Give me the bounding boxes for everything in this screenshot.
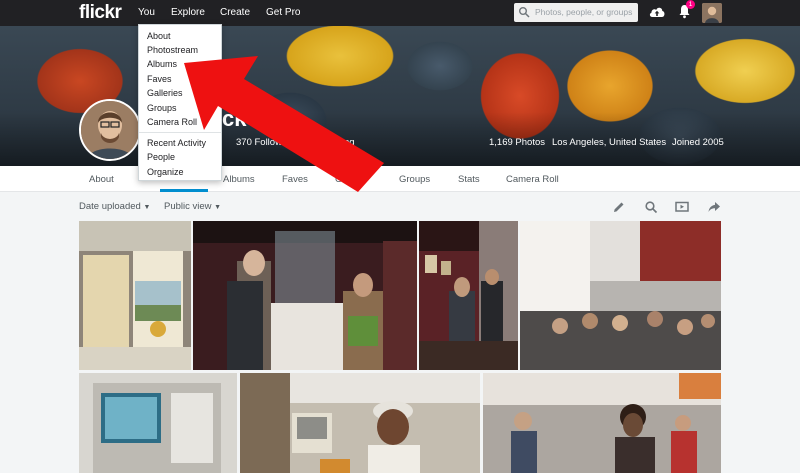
photo-thumbnail[interactable] bbox=[419, 221, 518, 370]
menu-item-photostream[interactable]: Photostream bbox=[147, 45, 198, 55]
tab-groups[interactable]: Groups bbox=[399, 174, 430, 185]
sort-label: Date uploaded bbox=[79, 201, 141, 212]
nav-create[interactable]: Create bbox=[220, 7, 250, 18]
top-nav-bar: flickr You Explore Create Get Pro Photos… bbox=[0, 0, 800, 26]
tab-stats[interactable]: Stats bbox=[458, 174, 480, 185]
magnifier-icon[interactable] bbox=[644, 200, 658, 214]
nav-get-pro[interactable]: Get Pro bbox=[266, 7, 300, 18]
menu-item-albums[interactable]: Albums bbox=[147, 59, 177, 69]
menu-item-groups[interactable]: Groups bbox=[147, 103, 177, 113]
tab-albums[interactable]: Albums bbox=[223, 174, 255, 185]
menu-item-galleries[interactable]: Galleries bbox=[147, 88, 183, 98]
joined-date: Joined 2005 bbox=[672, 137, 724, 148]
menu-item-recent-activity[interactable]: Recent Activity bbox=[147, 138, 206, 148]
tab-faves[interactable]: Faves bbox=[282, 174, 308, 185]
menu-divider bbox=[139, 132, 221, 133]
search-input[interactable]: Photos, people, or groups bbox=[514, 3, 638, 22]
search-placeholder: Photos, people, or groups bbox=[535, 7, 633, 17]
upload-icon[interactable] bbox=[648, 4, 666, 20]
nav-explore[interactable]: Explore bbox=[171, 7, 205, 18]
tab-galleries[interactable]: Ga bbox=[335, 174, 348, 185]
photo-thumbnail[interactable] bbox=[79, 221, 191, 370]
menu-item-camera-roll[interactable]: Camera Roll bbox=[147, 117, 197, 127]
tab-about[interactable]: About bbox=[89, 174, 114, 185]
profile-location: Los Angeles, United States bbox=[552, 137, 667, 148]
nav-you[interactable]: You bbox=[138, 7, 155, 18]
menu-item-organize[interactable]: Organize bbox=[147, 167, 184, 177]
notification-badge: 1 bbox=[686, 0, 695, 9]
pencil-icon[interactable] bbox=[612, 200, 626, 214]
slideshow-icon[interactable] bbox=[675, 200, 689, 214]
profile-name: ck bbox=[222, 106, 247, 131]
chevron-down-icon: ▼ bbox=[143, 204, 151, 211]
menu-item-people[interactable]: People bbox=[147, 152, 175, 162]
avatar[interactable] bbox=[702, 3, 722, 23]
chevron-down-icon: ▼ bbox=[214, 204, 222, 211]
search-icon bbox=[519, 7, 530, 18]
tab-camera-roll[interactable]: Camera Roll bbox=[506, 174, 559, 185]
photo-thumbnail[interactable] bbox=[483, 373, 721, 473]
view-dropdown[interactable]: Public view ▼ bbox=[164, 201, 221, 212]
followers-count[interactable]: 370 Followers bbox=[236, 137, 295, 148]
following-count[interactable]: ng bbox=[344, 137, 355, 148]
photos-count: 1,169 Photos bbox=[489, 137, 545, 148]
menu-item-faves[interactable]: Faves bbox=[147, 74, 172, 84]
photo-thumbnail[interactable] bbox=[79, 373, 237, 473]
menu-item-about[interactable]: About bbox=[147, 31, 171, 41]
photo-thumbnail[interactable] bbox=[520, 221, 721, 370]
photo-thumbnail[interactable] bbox=[193, 221, 417, 370]
you-dropdown-menu: About Photostream Albums Faves Galleries… bbox=[138, 24, 222, 181]
profile-tabs: About Albums Faves Ga Groups Stats Camer… bbox=[0, 166, 800, 192]
sort-dropdown[interactable]: Date uploaded ▼ bbox=[79, 201, 150, 212]
flickr-logo[interactable]: flickr bbox=[79, 2, 122, 24]
photo-thumbnail[interactable] bbox=[240, 373, 480, 473]
profile-avatar[interactable] bbox=[79, 99, 141, 161]
view-label: Public view bbox=[164, 201, 212, 212]
share-icon[interactable] bbox=[707, 200, 721, 214]
active-tab-indicator bbox=[160, 189, 208, 192]
